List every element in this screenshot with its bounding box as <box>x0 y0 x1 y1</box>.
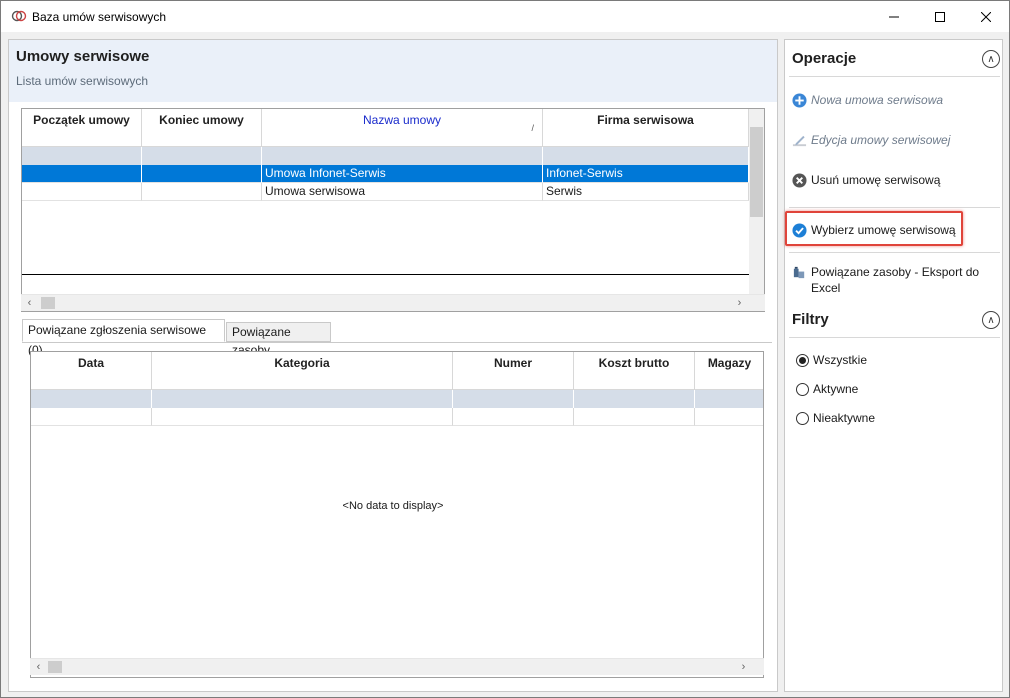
main-panel: Umowy serwisowe Lista umów serwisowych P… <box>8 39 778 692</box>
filter-cell-gross-cost[interactable] <box>574 390 695 408</box>
sort-indicator-icon: / <box>531 123 534 133</box>
scroll-right-icon[interactable]: › <box>735 659 752 675</box>
table-row-1-start[interactable] <box>22 165 142 183</box>
operations-title: Operacje <box>792 50 857 67</box>
close-button[interactable] <box>963 1 1009 32</box>
pencil-icon <box>791 132 807 148</box>
empty-state-text: <No data to display> <box>342 500 444 512</box>
filter-active-label: Aktywne <box>813 382 859 396</box>
horizontal-scrollbar-bottom[interactable]: ‹ › <box>30 658 764 675</box>
table-row-2-company[interactable]: Serwis <box>543 183 749 201</box>
filter-cell-start-date[interactable] <box>22 147 142 165</box>
column-header-gross-cost[interactable]: Koszt brutto <box>574 352 695 390</box>
chevron-up-icon: ∧ <box>987 314 995 326</box>
filter-all-label: Wszystkie <box>813 353 867 367</box>
grid-footer-divider <box>22 274 750 275</box>
maximize-icon <box>935 11 945 22</box>
filter-cell-number[interactable] <box>453 390 574 408</box>
horizontal-scrollbar-top[interactable]: ‹ › <box>21 294 765 311</box>
chevron-up-icon: ∧ <box>987 53 995 65</box>
new-contract-button[interactable]: Nowa umowa serwisowa <box>791 92 996 108</box>
new-row-cell-category[interactable] <box>152 408 453 426</box>
radio-checked-icon <box>796 353 809 367</box>
filters-collapse-button[interactable]: ∧ <box>982 311 1000 329</box>
radio-unchecked-icon <box>796 411 809 425</box>
excel-export-icon <box>791 264 807 280</box>
contracts-grid[interactable]: Początek umowy Koniec umowy Nazwa umowy … <box>21 108 765 312</box>
table-row-1-end[interactable] <box>142 165 262 183</box>
table-row-1-company[interactable]: Infonet-Serwis <box>543 165 749 183</box>
table-row-1-name[interactable]: Umowa Infonet-Serwis <box>262 165 543 183</box>
operations-divider <box>789 76 1000 77</box>
vertical-scroll-thumb[interactable] <box>750 127 763 217</box>
new-row-cell-gross-cost[interactable] <box>574 408 695 426</box>
new-contract-label: Nowa umowa serwisowa <box>811 93 944 107</box>
table-row-2-end[interactable] <box>142 183 262 201</box>
filter-all-radio[interactable]: Wszystkie <box>796 353 867 367</box>
app-window: Baza umów serwisowych Umowy serwisowe Li… <box>0 0 1010 698</box>
column-header-category[interactable]: Kategoria <box>152 352 453 390</box>
title-bar: Baza umów serwisowych <box>1 1 1009 32</box>
edit-contract-button[interactable]: Edycja umowy serwisowej <box>791 132 996 148</box>
column-header-contract-name-label: Nazwa umowy <box>362 113 442 127</box>
column-header-date[interactable]: Data <box>31 352 152 390</box>
filter-inactive-radio[interactable]: Nieaktywne <box>796 411 875 425</box>
filter-inactive-label: Nieaktywne <box>813 411 876 425</box>
new-row-cell-warehouse[interactable] <box>695 408 763 426</box>
export-resources-excel-button[interactable]: Powiązane zasoby - Eksport do Excel <box>791 264 996 296</box>
filter-cell-service-company[interactable] <box>543 147 749 165</box>
filter-active-radio[interactable]: Aktywne <box>796 382 858 396</box>
column-header-start-date[interactable]: Początek umowy <box>22 109 142 147</box>
app-logo-icon <box>11 10 27 22</box>
close-icon <box>981 11 991 22</box>
delete-circle-icon <box>791 172 807 188</box>
operations-mid-divider <box>789 207 1000 208</box>
filter-cell-contract-name[interactable] <box>262 147 543 165</box>
filter-cell-category[interactable] <box>152 390 453 408</box>
side-panel: Operacje ∧ Nowa umowa serwisowa Edycja u… <box>784 39 1003 692</box>
window-title: Baza umów serwisowych <box>32 10 167 24</box>
scroll-left-icon[interactable]: ‹ <box>21 295 38 311</box>
horizontal-scroll-thumb[interactable] <box>48 661 62 673</box>
export-resources-excel-label: Powiązane zasoby - Eksport do Excel <box>811 265 980 295</box>
table-row-2-start[interactable] <box>22 183 142 201</box>
edit-contract-label: Edycja umowy serwisowej <box>811 133 951 147</box>
plus-circle-icon <box>791 92 807 108</box>
table-row-2-name[interactable]: Umowa serwisowa <box>262 183 543 201</box>
page-title: Umowy serwisowe <box>16 48 150 65</box>
filters-title: Filtry <box>792 311 829 328</box>
minimize-icon <box>889 16 899 17</box>
column-header-number[interactable]: Numer <box>453 352 574 390</box>
tab-strip-border <box>22 342 772 343</box>
filters-divider <box>789 337 1000 338</box>
scroll-right-icon[interactable]: › <box>731 295 748 311</box>
filter-cell-end-date[interactable] <box>142 147 262 165</box>
horizontal-scroll-thumb[interactable] <box>41 297 55 309</box>
minimize-button[interactable] <box>871 1 917 32</box>
vertical-scrollbar[interactable] <box>749 109 764 294</box>
delete-contract-label: Usuń umowę serwisową <box>811 173 941 187</box>
radio-unchecked-icon <box>796 382 809 396</box>
column-header-warehouse[interactable]: Magazy <box>695 352 763 390</box>
column-header-end-date[interactable]: Koniec umowy <box>142 109 262 147</box>
tab-related-resources[interactable]: Powiązane zasoby <box>226 322 331 357</box>
tickets-grid[interactable]: Data Kategoria Numer Koszt brutto Magazy… <box>30 351 764 678</box>
column-header-service-company[interactable]: Firma serwisowa <box>543 109 749 147</box>
check-circle-icon <box>791 222 807 238</box>
page-header: Umowy serwisowe Lista umów serwisowych <box>9 40 777 102</box>
scroll-left-icon[interactable]: ‹ <box>30 659 47 675</box>
new-row-cell-number[interactable] <box>453 408 574 426</box>
operations-collapse-button[interactable]: ∧ <box>982 50 1000 68</box>
tab-related-tickets[interactable]: Powiązane zgłoszenia serwisowe (0) <box>22 319 225 357</box>
operations-lower-divider <box>789 252 1000 253</box>
select-contract-button[interactable]: Wybierz umowę serwisową <box>791 222 996 238</box>
filter-cell-date[interactable] <box>31 390 152 408</box>
new-row-cell-date[interactable] <box>31 408 152 426</box>
select-contract-label: Wybierz umowę serwisową <box>811 223 956 237</box>
filter-cell-warehouse[interactable] <box>695 390 763 408</box>
page-subtitle: Lista umów serwisowych <box>16 74 149 88</box>
column-header-contract-name[interactable]: Nazwa umowy / <box>262 109 543 147</box>
maximize-button[interactable] <box>917 1 963 32</box>
delete-contract-button[interactable]: Usuń umowę serwisową <box>791 172 996 188</box>
